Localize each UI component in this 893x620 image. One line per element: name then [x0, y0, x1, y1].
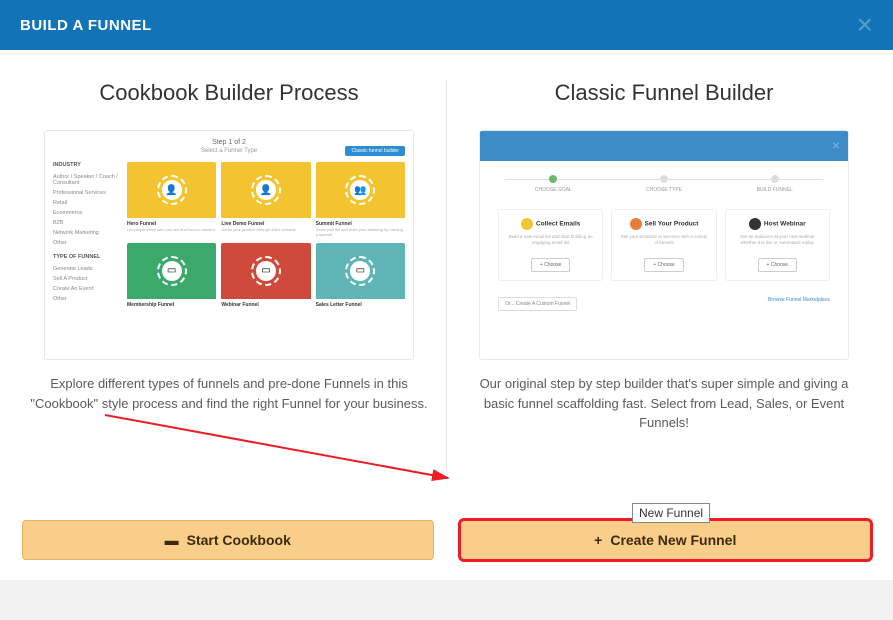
screen-icon: ▭ — [256, 261, 276, 281]
preview-footer: Or... Create A Custom Funnel Browse Funn… — [480, 289, 848, 319]
create-new-funnel-button[interactable]: + Create New Funnel — [460, 520, 872, 560]
preview-card: 👤Live Demo FunnelDemo your product throu… — [221, 162, 310, 238]
cart-icon — [630, 218, 642, 230]
preview-goal-card: Sell Your ProductSell your products or s… — [611, 209, 716, 281]
classic-column: Classic Funnel Builder × CHOOSE GOAL CHO… — [457, 80, 871, 506]
preview-goal-card: Collect EmailsBuild a new email list and… — [498, 209, 603, 281]
preview-card: ▭Webinar Funnel — [221, 243, 310, 309]
webinar-icon — [749, 218, 761, 230]
modal-header: BUILD A FUNNEL × — [0, 0, 893, 50]
close-icon[interactable]: × — [857, 9, 873, 41]
preview-sidebar: INDUSTRY Author / Speaker / Coach / Cons… — [53, 162, 121, 309]
preview-card: ▭Sales Letter Funnel — [316, 243, 405, 309]
preview-badge: Classic funnel builder — [345, 146, 405, 156]
preview-progress-steps: CHOOSE GOAL CHOOSE TYPE BUILD FUNNEL — [480, 161, 848, 201]
card-icon: ▭ — [162, 261, 182, 281]
cookbook-column: Cookbook Builder Process Step 1 of 2 Sel… — [22, 80, 436, 506]
email-icon — [521, 218, 533, 230]
classic-preview: × CHOOSE GOAL CHOOSE TYPE BUILD FUNNEL C… — [479, 130, 849, 360]
content-area: Cookbook Builder Process Step 1 of 2 Sel… — [0, 50, 893, 506]
column-divider — [446, 80, 447, 470]
person-icon: 👤 — [256, 180, 276, 200]
close-icon: × — [832, 137, 840, 153]
preview-goal-cards: Collect EmailsBuild a new email list and… — [480, 201, 848, 289]
preview-card: 👥Summit FunnelGrow your list and build y… — [316, 162, 405, 238]
cookbook-description: Explore different types of funnels and p… — [22, 374, 436, 413]
footer-strip — [0, 580, 893, 620]
modal-title: BUILD A FUNNEL — [20, 17, 152, 34]
person-icon: 👤 — [162, 180, 182, 200]
start-cookbook-button[interactable]: ▬ Start Cookbook — [22, 520, 434, 560]
cookbook-title: Cookbook Builder Process — [99, 80, 358, 106]
classic-description: Our original step by step builder that's… — [457, 374, 871, 433]
letter-icon: ▭ — [350, 261, 370, 281]
cookbook-preview: Step 1 of 2 Select a Funnel Type INDUSTR… — [44, 130, 414, 360]
preview-card: ▭Membership Funnel — [127, 243, 216, 309]
action-row: ▬ Start Cookbook + Create New Funnel — [0, 506, 893, 580]
preview-card-grid: Classic funnel builder 👤Hero FunnelLet p… — [127, 162, 405, 309]
people-icon: 👥 — [350, 180, 370, 200]
classic-title: Classic Funnel Builder — [555, 80, 774, 106]
preview-goal-card: Host WebinarGet an audience at your next… — [725, 209, 830, 281]
preview-card: 👤Hero FunnelLet people know who you are … — [127, 162, 216, 238]
tooltip: New Funnel — [632, 503, 710, 523]
preview-header-bar: × — [480, 131, 848, 161]
